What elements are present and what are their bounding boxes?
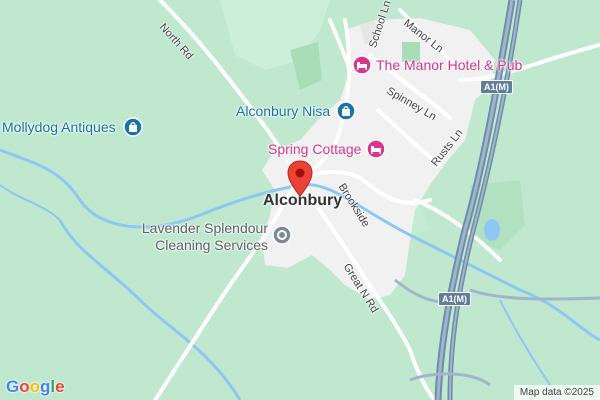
poi-label-manor-hotel[interactable]: The Manor Hotel & Pub <box>376 58 522 72</box>
poi-label-lavender-line2[interactable]: Cleaning Services <box>140 238 268 252</box>
shopping-bag-icon[interactable] <box>336 101 356 121</box>
google-logo: Google <box>6 377 65 396</box>
shopping-bag-icon[interactable] <box>123 117 143 137</box>
poi-label-mollydog-antiques[interactable]: Mollydog Antiques <box>2 120 116 134</box>
location-pin-icon[interactable] <box>287 160 313 198</box>
motorway-shield: A1(M) <box>480 80 513 94</box>
bed-icon[interactable] <box>366 139 386 159</box>
generic-poi-icon[interactable] <box>272 225 292 245</box>
map-view[interactable]: North Rd School Ln Manor Ln Spinney Ln R… <box>0 0 600 400</box>
poi-label-alconbury-nisa[interactable]: Alconbury Nisa <box>236 104 330 118</box>
poi-label-spring-cottage[interactable]: Spring Cottage <box>268 142 361 156</box>
poi-label-lavender-line1[interactable]: Lavender Splendour <box>140 221 268 235</box>
bed-icon[interactable] <box>352 55 372 75</box>
map-attribution[interactable]: Map data ©2025 <box>513 385 600 400</box>
motorway-shield: A1(M) <box>438 292 471 306</box>
